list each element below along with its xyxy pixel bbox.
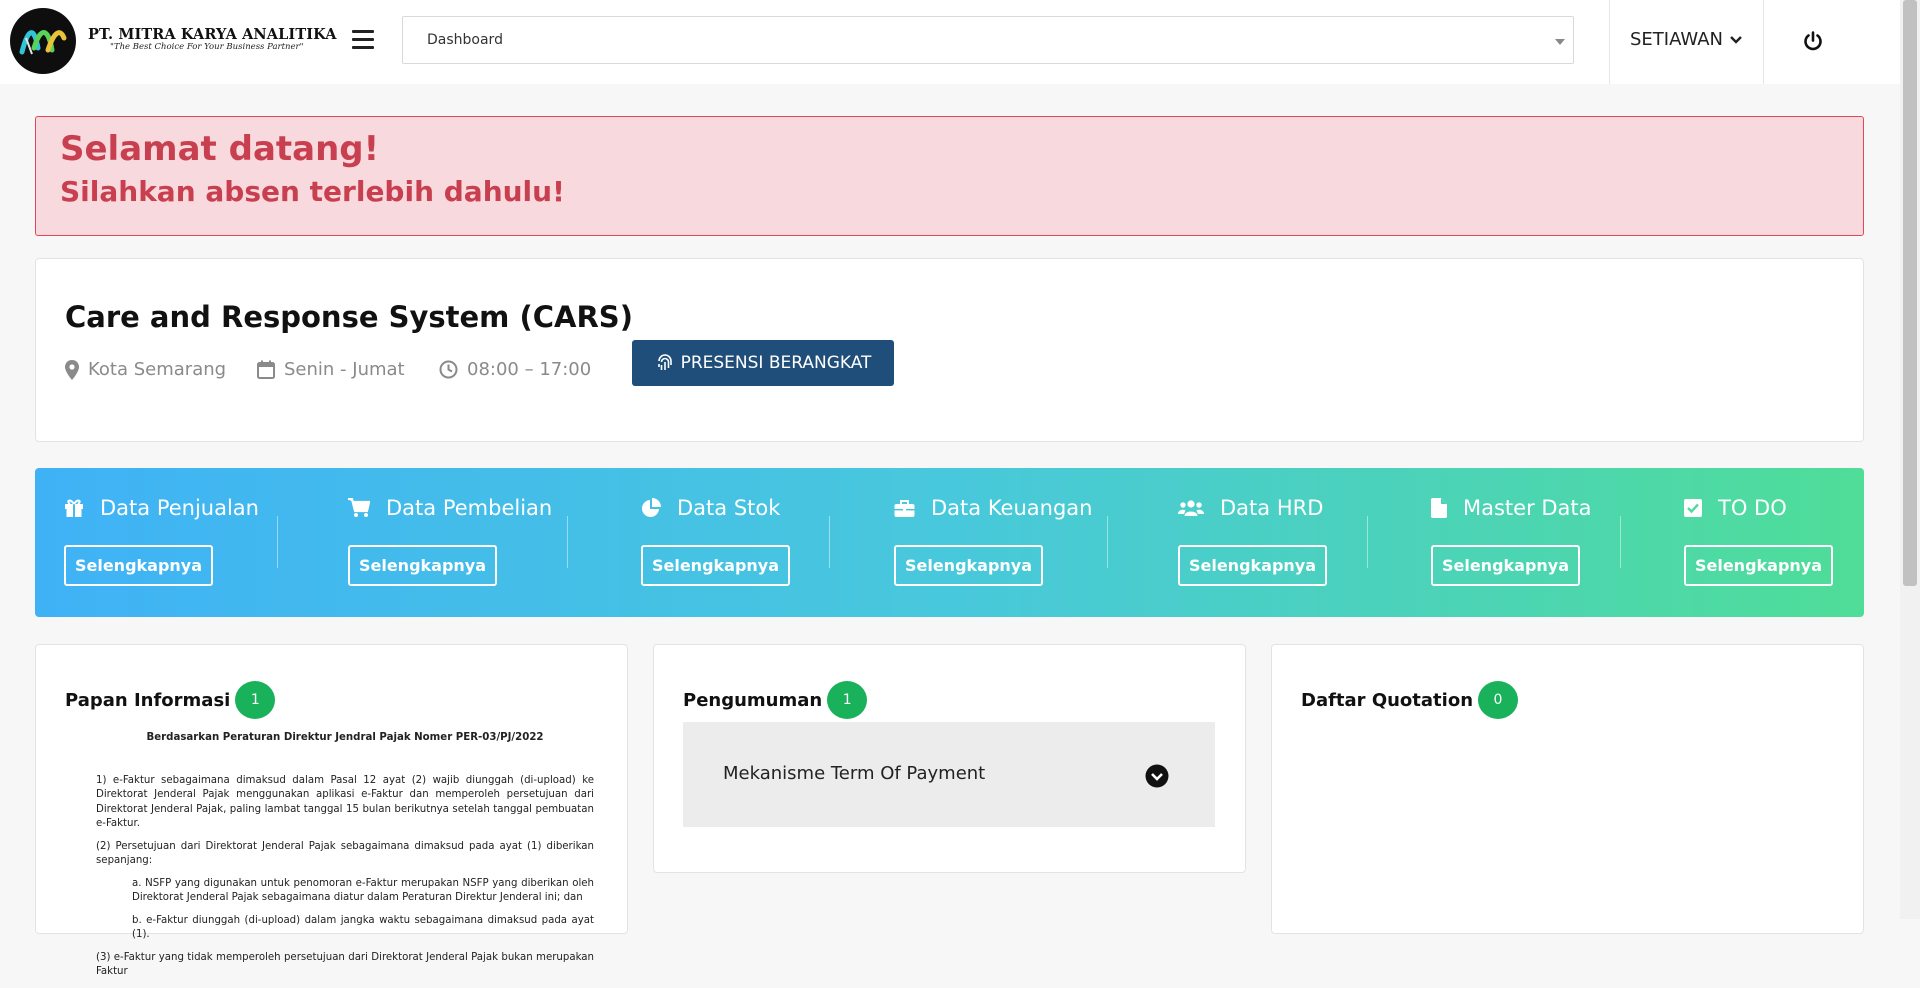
file-icon [1431,498,1447,518]
document-paragraph: 1) e-Faktur sebagaimana dimaksud dalam P… [96,774,594,830]
company-name: PT. MITRA KARYA ANALITIKA [88,26,337,43]
presensi-berangkat-button[interactable]: PRESENSI BERANGKAT [632,340,894,386]
presensi-button-label: PRESENSI BERANGKAT [680,353,872,373]
page-scrollbar[interactable] [1900,0,1920,919]
checkbox-icon [1684,499,1702,517]
divider [1107,516,1108,568]
selengkapnya-hrd-button[interactable]: Selengkapnya [1178,545,1327,586]
module-label: TO DO [1718,496,1787,520]
users-icon [1178,500,1204,516]
selengkapnya-master-button[interactable]: Selengkapnya [1431,545,1580,586]
caret-down-icon [1555,39,1565,45]
divider [277,516,278,568]
announcement-item[interactable]: Mekanisme Term Of Payment [683,722,1215,827]
selengkapnya-stok-button[interactable]: Selengkapnya [641,545,790,586]
module-label: Data Keuangan [931,496,1093,520]
divider [1367,516,1368,568]
daftar-quotation-card: Daftar Quotation 0 [1271,644,1864,934]
briefcase-icon [894,499,915,517]
map-pin-icon [65,359,79,380]
location-info: Kota Semarang [65,359,226,380]
count-badge: 1 [235,681,276,719]
announcement-title: Mekanisme Term Of Payment [723,763,986,784]
modules-banner: Data Penjualan Selengkapnya Data Pembeli… [35,468,1864,617]
calendar-icon [257,360,275,379]
document-paragraph: (3) e-Faktur yang tidak memperoleh perse… [96,951,594,978]
selengkapnya-keuangan-button[interactable]: Selengkapnya [894,545,1043,586]
document-heading: Berdasarkan Peraturan Direktur Jendral P… [146,732,544,743]
logout-button[interactable] [1802,30,1824,56]
page-select[interactable]: Dashboard [402,16,1574,64]
chevron-down-icon [1730,36,1742,44]
module-label: Data Stok [677,496,781,520]
pie-chart-icon [642,498,661,517]
divider [1609,0,1610,84]
clock-icon [439,360,458,379]
user-name: SETIAWAN [1630,29,1724,50]
module-label: Data Pembelian [386,496,553,520]
divider [1763,0,1764,84]
hamburger-icon [352,30,374,33]
papan-informasi-card: Papan Informasi 1 Berdasarkan Peraturan … [35,644,628,977]
divider [567,516,568,568]
cart-icon [348,498,370,517]
card-title: Daftar Quotation [1301,689,1474,711]
module-label: Data HRD [1220,496,1324,520]
divider [829,516,830,568]
page-select-value: Dashboard [427,32,503,48]
cars-title: Care and Response System (CARS) [65,300,633,334]
document-paragraph: b. e-Faktur diunggah (di-upload) dalam j… [132,914,594,941]
workhours-info: 08:00 – 17:00 [439,359,591,380]
module-label: Master Data [1463,496,1592,520]
information-document: Berdasarkan Peraturan Direktur Jendral P… [96,731,594,988]
company-logo[interactable] [10,8,76,74]
workhours-text: 08:00 – 17:00 [467,359,592,380]
document-paragraph: (2) Persetujuan dari Direktorat Jenderal… [96,840,594,867]
module-label: Data Penjualan [100,496,259,520]
workdays-text: Senin - Jumat [284,359,405,380]
count-badge: 0 [1478,681,1519,719]
user-menu[interactable]: SETIAWAN [1630,29,1743,50]
welcome-alert: Selamat datang! Silahkan absen terlebih … [35,116,1864,236]
selengkapnya-pembelian-button[interactable]: Selengkapnya [348,545,497,586]
selengkapnya-todo-button[interactable]: Selengkapnya [1684,545,1833,586]
alert-message: Silahkan absen terlebih dahulu! [60,175,565,208]
cars-card: Care and Response System (CARS) Kota Sem… [35,258,1864,442]
selengkapnya-penjualan-button[interactable]: Selengkapnya [64,545,213,586]
alert-title: Selamat datang! [60,129,380,169]
location-text: Kota Semarang [88,359,227,380]
scrollbar-thumb[interactable] [1903,0,1917,586]
document-paragraph: a. NSFP yang digunakan untuk penomoran e… [132,877,594,904]
card-title: Pengumuman [683,689,823,711]
menu-toggle-button[interactable] [352,30,374,50]
power-icon [1804,31,1822,51]
top-bar: PT. MITRA KARYA ANALITIKA "The Best Choi… [0,0,1900,84]
workdays-info: Senin - Jumat [257,359,405,380]
company-tagline: "The Best Choice For Your Business Partn… [110,42,304,52]
card-title: Papan Informasi [65,689,231,711]
chevron-circle-down-icon [1145,764,1169,788]
gift-icon [65,499,83,517]
pengumuman-card: Pengumuman 1 Mekanisme Term Of Payment [653,644,1246,873]
count-badge: 1 [827,681,868,719]
divider [1620,516,1621,568]
fingerprint-icon [657,354,672,370]
